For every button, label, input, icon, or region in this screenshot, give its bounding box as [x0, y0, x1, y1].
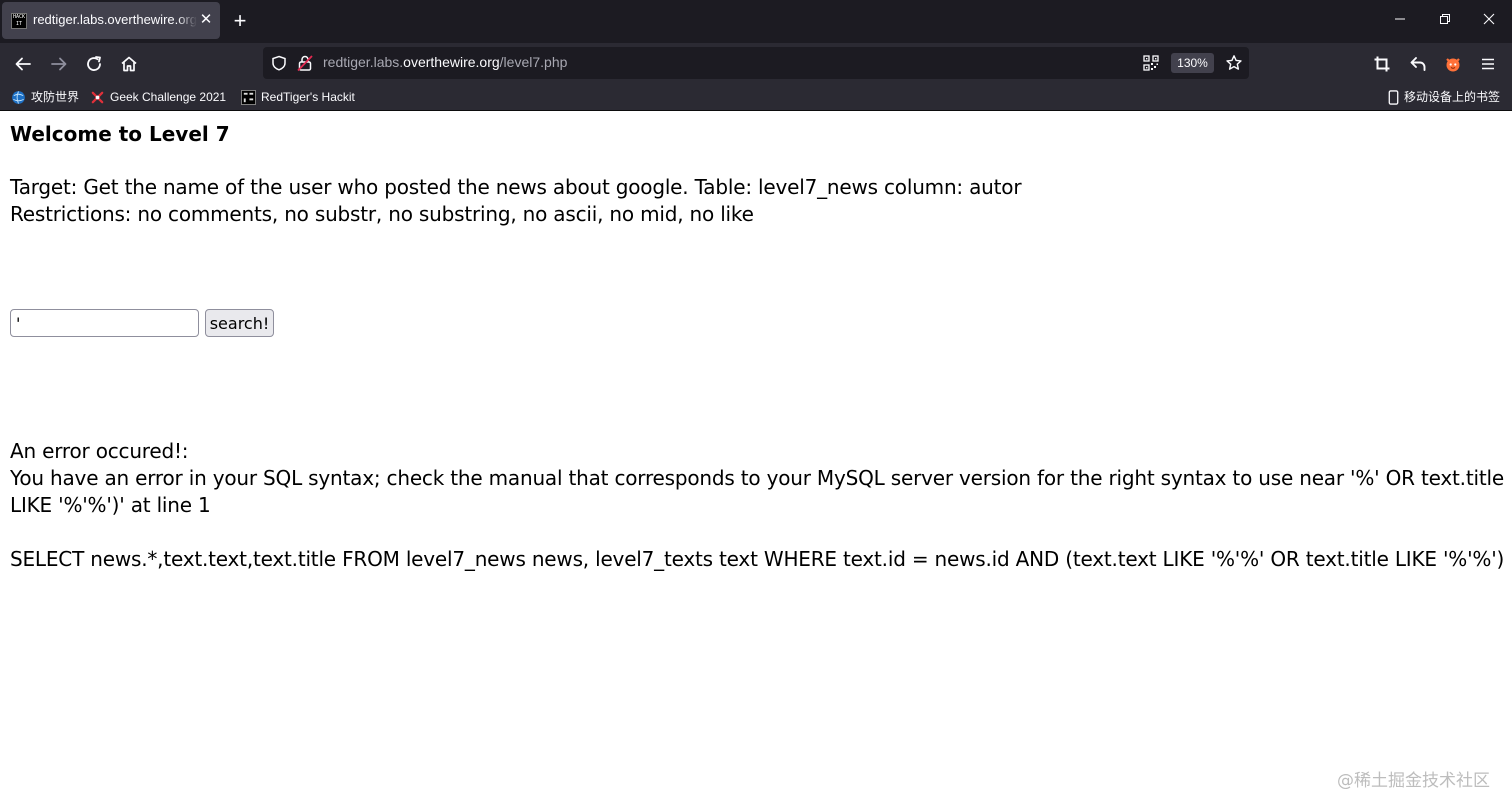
home-button[interactable] — [116, 51, 142, 77]
tab-title: redtiger.labs.overthewire.org/level7.php — [33, 12, 197, 27]
bookmark-label: 攻防世界 — [31, 90, 80, 104]
restrictions-text: Restrictions: no comments, no substr, no… — [10, 202, 754, 226]
bookmarks-toolbar: 攻防世界 Geek Challenge 2021 RedTiger's Hack… — [0, 84, 1512, 111]
home-icon — [121, 56, 137, 72]
bookmark-label: Geek Challenge 2021 — [110, 90, 227, 104]
undo-button[interactable] — [1405, 51, 1431, 77]
hackit-icon — [241, 89, 256, 105]
tracking-protection-shield-icon[interactable] — [271, 55, 287, 71]
qr-code-icon[interactable] — [1143, 55, 1159, 71]
geek-icon — [91, 91, 104, 103]
nav-toolbar: redtiger.labs.overthewire.org/level7.php… — [0, 43, 1512, 84]
back-button[interactable] — [10, 51, 36, 77]
url-path: /level7.php — [499, 54, 568, 70]
error-heading: An error occured!: — [10, 439, 189, 463]
insecure-lock-icon[interactable] — [297, 54, 313, 72]
reload-icon — [87, 56, 101, 71]
error-message: You have an error in your SQL syntax; ch… — [10, 466, 1504, 517]
hamburger-menu-icon — [1482, 58, 1494, 70]
back-arrow-icon — [15, 57, 31, 71]
restore-button[interactable] — [1430, 9, 1460, 33]
active-tab[interactable]: HACK IT redtiger.labs.overthewire.org/le… — [2, 2, 220, 39]
bookmark-redtiger-hackit[interactable]: RedTiger's Hackit — [241, 88, 355, 106]
restore-icon — [1440, 14, 1450, 24]
close-icon — [1483, 13, 1495, 25]
zoom-level-button[interactable]: 130% — [1171, 53, 1214, 73]
bookmark-star-icon[interactable] — [1225, 54, 1243, 72]
page-title: Welcome to Level 7 — [10, 122, 230, 146]
url-text[interactable]: redtiger.labs.overthewire.org/level7.php — [323, 54, 567, 70]
url-prefix: redtiger.labs. — [323, 54, 404, 70]
error-block: An error occured!: You have an error in … — [10, 438, 1505, 573]
search-input[interactable] — [10, 309, 199, 337]
mobile-device-icon — [1388, 89, 1399, 105]
address-bar[interactable]: redtiger.labs.overthewire.org/level7.php… — [263, 47, 1249, 79]
tab-close-icon[interactable]: ✕ — [198, 10, 214, 30]
extension-button[interactable] — [1440, 51, 1466, 77]
mobile-bookmarks-folder[interactable]: 移动设备上的书签 — [1388, 88, 1500, 106]
bookmark-label: RedTiger's Hackit — [261, 90, 355, 104]
page-content: Welcome to Level 7 Target: Get the name … — [0, 111, 1512, 811]
minimize-button[interactable] — [1385, 9, 1415, 33]
forward-arrow-icon — [51, 57, 67, 71]
crop-icon — [1374, 56, 1390, 72]
reload-button[interactable] — [81, 51, 107, 77]
globe-icon — [12, 90, 25, 104]
search-button[interactable]: search! — [205, 309, 274, 337]
minimize-icon — [1395, 18, 1405, 20]
bookmark-gongfangshijie[interactable]: 攻防世界 — [11, 88, 79, 106]
screenshot-button[interactable] — [1369, 51, 1395, 77]
fox-extension-icon — [1446, 58, 1460, 72]
tab-strip: HACK IT redtiger.labs.overthewire.org/le… — [0, 0, 1512, 43]
url-host: overthewire.org — [403, 54, 500, 70]
sql-query-text: SELECT news.*,text.text,text.title FROM … — [10, 547, 1505, 571]
watermark: @稀土掘金技术社区 — [1337, 771, 1490, 791]
undo-arrow-icon — [1410, 57, 1426, 71]
bookmark-geek-challenge[interactable]: Geek Challenge 2021 — [90, 88, 226, 106]
new-tab-button[interactable]: + — [229, 9, 251, 33]
target-text: Target: Get the name of the user who pos… — [10, 175, 1022, 199]
hackit-favicon-icon: HACK IT — [11, 13, 27, 29]
close-window-button[interactable] — [1474, 9, 1504, 33]
forward-button[interactable] — [46, 51, 72, 77]
menu-button[interactable] — [1475, 51, 1501, 77]
mobile-bookmarks-label: 移动设备上的书签 — [1403, 90, 1500, 104]
